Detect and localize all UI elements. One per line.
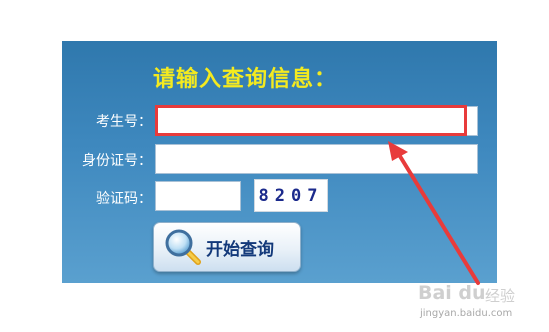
captcha-input[interactable] <box>155 181 241 211</box>
form-title: 请输入查询信息： <box>153 67 338 92</box>
watermark-url: jingyan.baidu.com <box>420 308 513 319</box>
baidu-jingyan-watermark: Bai du 经验 jingyan.baidu.com <box>418 279 543 329</box>
id-number-label: 身份证号： <box>82 153 152 169</box>
start-query-label: 开始查询 <box>206 239 274 260</box>
captcha-label: 验证码： <box>96 191 152 207</box>
query-form-panel: 请输入查询信息： 考生号： 身份证号： 验证码： 8207 开始查询 <box>62 41 497 283</box>
baidu-logo: Bai du <box>418 282 486 304</box>
id-number-input[interactable] <box>155 144 478 174</box>
captcha-image[interactable]: 8207 <box>254 179 328 212</box>
watermark-jingyan-text: 经验 <box>485 287 516 305</box>
exam-number-label: 考生号： <box>96 114 152 130</box>
magnifier-icon <box>165 229 201 265</box>
exam-number-input[interactable] <box>155 106 478 136</box>
start-query-button[interactable]: 开始查询 <box>153 222 301 272</box>
